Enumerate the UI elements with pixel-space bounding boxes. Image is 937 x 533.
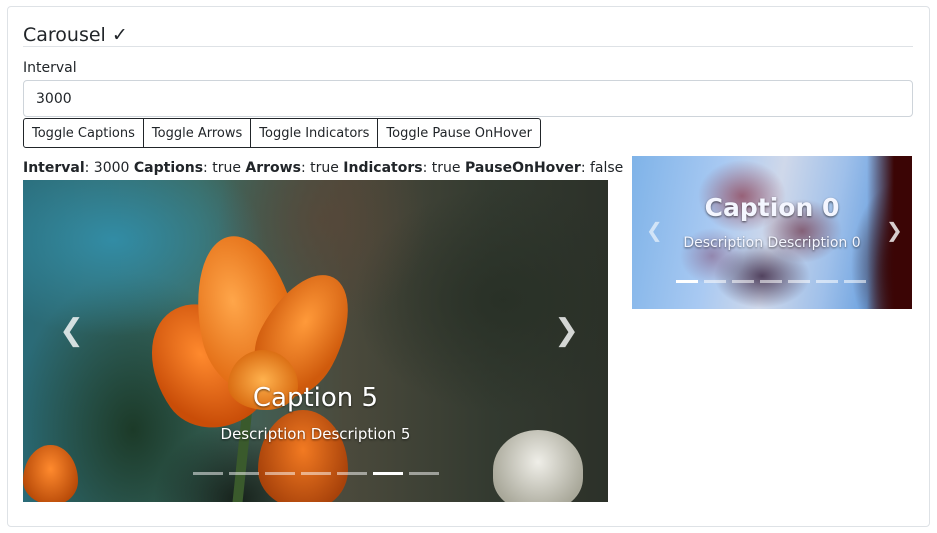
status-arrows-key: Arrows — [245, 160, 301, 176]
chevron-right-icon[interactable]: ❯ — [554, 316, 579, 346]
second-carousel[interactable]: ❮ ❯ Caption 0 Description Description 0 — [632, 156, 912, 309]
chevron-left-icon[interactable]: ❮ — [59, 316, 84, 346]
indicator-4[interactable] — [788, 280, 810, 283]
main-caption-title: Caption 5 — [252, 383, 379, 413]
main-caption-description: Description Description 5 — [220, 425, 411, 443]
toggle-captions-button[interactable]: Toggle Captions — [23, 118, 144, 148]
main-carousel[interactable]: ❮ ❯ Caption 5 Description Description 5 — [23, 180, 608, 502]
toggle-pause-onhover-button[interactable]: Toggle Pause OnHover — [378, 118, 541, 148]
indicator-5[interactable] — [816, 280, 838, 283]
indicator-3[interactable] — [301, 472, 331, 475]
status-interval-value: : 3000 — [84, 160, 134, 176]
indicator-0[interactable] — [193, 472, 223, 475]
status-line: Interval: 3000 Captions: true Arrows: tr… — [23, 158, 623, 178]
title-divider — [23, 46, 913, 47]
indicator-1[interactable] — [704, 280, 726, 283]
status-interval-key: Interval — [23, 160, 85, 176]
status-pause-value: : false — [580, 160, 624, 176]
status-captions-value: : true — [203, 160, 246, 176]
section-title: Carousel ✓ — [23, 24, 128, 46]
toggle-indicators-button[interactable]: Toggle Indicators — [251, 118, 379, 148]
second-caption-title: Caption 0 — [704, 193, 840, 222]
interval-label: Interval — [23, 60, 77, 76]
indicator-5[interactable] — [373, 472, 403, 475]
indicator-4[interactable] — [337, 472, 367, 475]
indicator-6[interactable] — [844, 280, 866, 283]
status-indicators-value: : true — [422, 160, 465, 176]
second-carousel-indicators — [676, 280, 866, 283]
indicator-2[interactable] — [732, 280, 754, 283]
toggle-button-group: Toggle Captions Toggle Arrows Toggle Ind… — [23, 118, 541, 148]
interval-input[interactable] — [23, 80, 913, 117]
indicator-3[interactable] — [760, 280, 782, 283]
second-caption-description: Description Description 0 — [683, 235, 861, 251]
status-captions-key: Captions — [133, 160, 204, 176]
indicator-6[interactable] — [409, 472, 439, 475]
indicator-1[interactable] — [229, 472, 259, 475]
indicator-2[interactable] — [265, 472, 295, 475]
main-carousel-indicators — [193, 472, 439, 475]
toggle-arrows-button[interactable]: Toggle Arrows — [143, 118, 252, 148]
indicator-0[interactable] — [676, 280, 698, 283]
status-arrows-value: : true — [300, 160, 344, 176]
status-indicators-key: Indicators — [343, 160, 423, 176]
status-pause-key: PauseOnHover — [464, 160, 581, 176]
